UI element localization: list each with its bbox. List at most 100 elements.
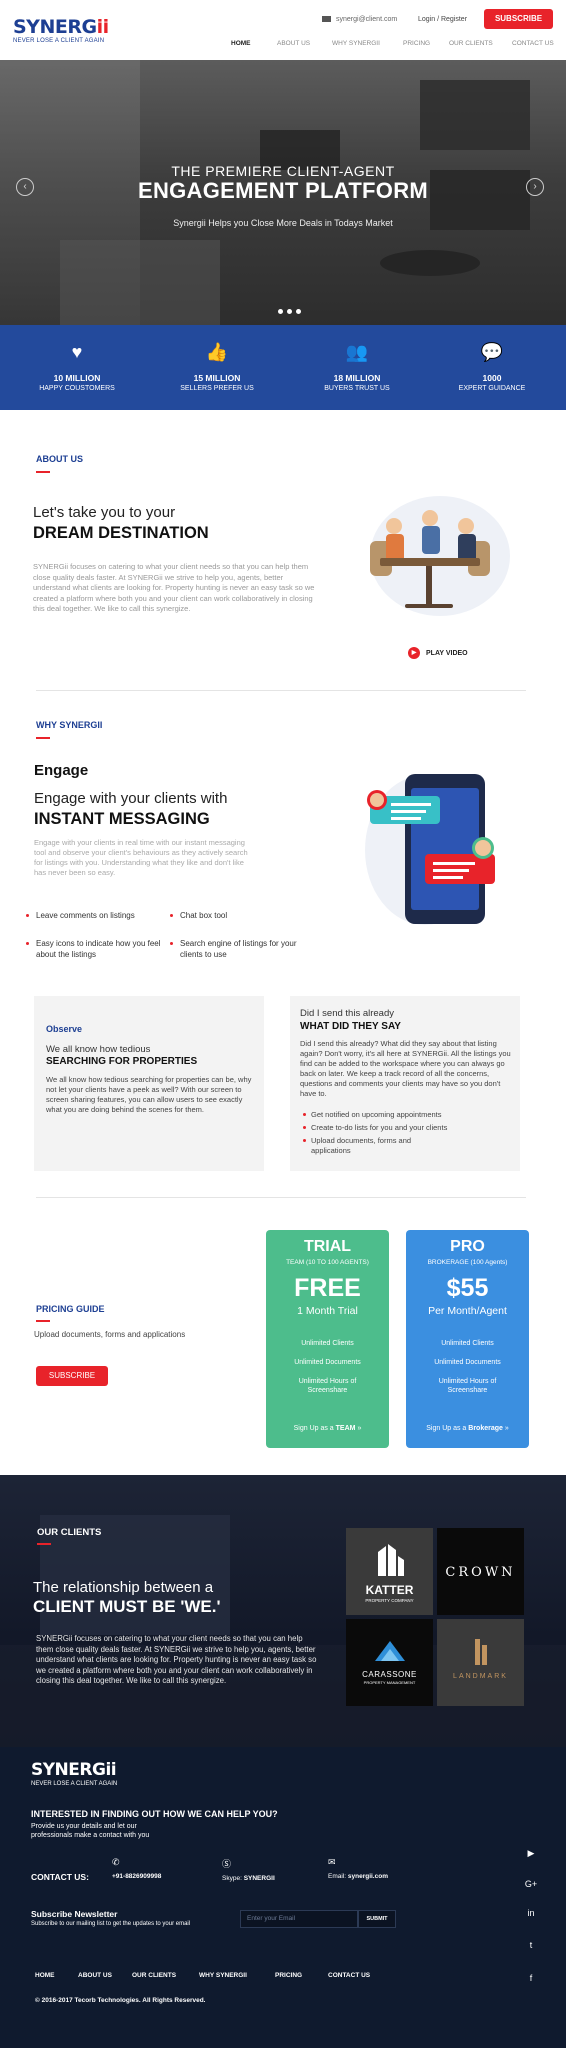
hero-dot[interactable] [278, 309, 283, 314]
why-paragraph: Engage with your clients in real time wi… [34, 838, 248, 877]
contact-skype[interactable]: Ⓢ Skype: SYNERGII [222, 1857, 275, 1882]
newsletter-submit-button[interactable]: SUBMIT [358, 1910, 396, 1928]
plan-period: 1 Month Trial [297, 1305, 358, 1317]
youtube-icon[interactable]: ▶ [524, 1848, 538, 1859]
footer-nav-why-synergii[interactable]: WHY SYNERGII [199, 1972, 247, 1979]
plan-feature: Unlimited Documents [294, 1359, 361, 1366]
client-logo-name: CARASSONE [362, 1670, 417, 1679]
clients-section: OUR CLIENTS The relationship between a C… [0, 1475, 566, 1747]
play-video-button[interactable]: ▶ PLAY VIDEO [408, 647, 468, 659]
client-logo-name: KATTER [365, 1583, 414, 1597]
site-footer: SYNERGii NEVER LOSE A CLIENT AGAIN INTER… [0, 1747, 566, 2048]
footer-tagline: NEVER LOSE A CLIENT AGAIN [31, 1781, 118, 1787]
footer-nav-about-us[interactable]: ABOUT US [78, 1972, 112, 1979]
clients-section-label: OUR CLIENTS [37, 1527, 102, 1538]
plan-feature: Unlimited Hours of Screenshare [438, 1378, 497, 1394]
client-logo-carassone[interactable]: CARASSONE PROPERTY MANAGEMENT [346, 1619, 433, 1706]
hero-subtitle: THE PREMIERE CLIENT-AGENT [171, 163, 395, 179]
hero-pagination [278, 301, 305, 319]
hero-dot[interactable] [296, 309, 301, 314]
footer-nav-pricing[interactable]: PRICING [275, 1972, 302, 1979]
plan-name: PRO [450, 1238, 485, 1255]
observe-paragraph: We all know how tedious searching for pr… [46, 1075, 252, 1114]
footer-nav-home[interactable]: HOME [35, 1972, 55, 1979]
stat-buyers: 👥 18 MILLION BUYERS TRUST US [297, 341, 417, 392]
observe-label: Observe [46, 1024, 83, 1034]
hero-next-arrow-icon[interactable]: › [526, 178, 544, 196]
building-icon [377, 1544, 404, 1576]
client-logo-katter[interactable]: KATTER PROPERTY COMPANY [346, 1528, 433, 1615]
section-accent-line [37, 1543, 51, 1545]
hero-bg-table [380, 250, 480, 276]
newsletter-email-input[interactable]: Enter your Email [240, 1910, 358, 1928]
hero-bg-stairs [60, 240, 220, 325]
nav-pricing[interactable]: PRICING [403, 40, 430, 47]
contact-phone[interactable]: ✆ +91-8826909998 [112, 1857, 161, 1880]
pricing-text: Upload documents, forms and applications [34, 1330, 186, 1339]
linkedin-icon[interactable]: in [524, 1908, 538, 1918]
contact-label: CONTACT US: [31, 1872, 89, 1882]
hero-slider: THE PREMIERE CLIENT-AGENT ENGAGEMENT PLA… [0, 60, 566, 325]
facebook-icon[interactable]: f [524, 1973, 538, 1983]
clients-paragraph: SYNERGii focuses on catering to what you… [36, 1634, 317, 1685]
feature-item: Chat box tool [170, 911, 310, 922]
client-logo-name: CROWN [445, 1565, 516, 1580]
hero-bg-art-1 [420, 80, 530, 150]
stat-label: EXPERT GUIDANCE [458, 385, 526, 392]
login-register-link[interactable]: Login / Register [418, 16, 467, 23]
footer-nav-our-clients[interactable]: OUR CLIENTS [132, 1972, 176, 1979]
contact-email[interactable]: ✉ Email: synergii.com [328, 1857, 388, 1880]
main-nav: HOME ABOUT US WHY SYNERGII PRICING OUR C… [0, 40, 566, 52]
thumbs-up-icon: 👍 [205, 342, 229, 362]
said-list-item: Upload documents, forms and applications [303, 1136, 441, 1155]
observe-card: Observe We all know how tedious SEARCHIN… [34, 996, 264, 1171]
stat-expert: 💬 1000 EXPERT GUIDANCE [432, 341, 552, 392]
plan-feature: Unlimited Clients [441, 1340, 494, 1347]
nav-contact-us[interactable]: CONTACT US [512, 40, 554, 47]
copyright: © 2016-2017 Tecorb Technologies. All Rig… [35, 1997, 206, 2004]
google-plus-icon[interactable]: G+ [524, 1879, 538, 1889]
plan-card-trial: TRIAL TEAM (10 TO 100 AGENTS) FREE 1 Mon… [266, 1230, 389, 1448]
hero-text: Synergii Helps you Close More Deals in T… [173, 218, 393, 228]
nav-about-us[interactable]: ABOUT US [277, 40, 310, 47]
skype-icon: Ⓢ [222, 1859, 232, 1869]
logo-text: SYNERGii [13, 16, 109, 38]
hero-prev-arrow-icon[interactable]: ‹ [16, 178, 34, 196]
section-accent-line [36, 1320, 50, 1322]
footer-heading: INTERESTED IN FINDING OUT HOW WE CAN HEL… [31, 1809, 278, 1819]
phone-chat-illustration [365, 774, 495, 925]
nav-home[interactable]: HOME [231, 40, 251, 47]
tower-logo-icon [474, 1639, 487, 1665]
header-email[interactable]: synergi@client.com [322, 16, 397, 23]
nav-our-clients[interactable]: OUR CLIENTS [449, 40, 493, 47]
twitter-icon[interactable]: t [524, 1940, 538, 1950]
client-logo-crown[interactable]: CROWN [437, 1528, 524, 1615]
nav-why-synergii[interactable]: WHY SYNERGII [332, 40, 380, 47]
about-heading-bold: DREAM DESTINATION [33, 524, 209, 542]
observe-heading-light: We all know how tedious [46, 1044, 151, 1055]
plan-signup-link[interactable]: Sign Up as a Brokerage » [406, 1425, 529, 1432]
about-section-label: ABOUT US [36, 454, 83, 464]
said-heading-bold: WHAT DID THEY SAY [300, 1021, 401, 1032]
client-logo-landmark[interactable]: LANDMARK [437, 1619, 524, 1706]
chevron-right-icon: » [504, 1425, 509, 1432]
footer-logo[interactable]: SYNERGii [31, 1762, 117, 1779]
said-list-item: Create to-do lists for you and your clie… [303, 1123, 511, 1133]
plan-name: TRIAL [303, 1238, 352, 1255]
plan-period: Per Month/Agent [428, 1305, 507, 1317]
stat-number: 18 MILLION [333, 373, 381, 383]
stat-sellers: 👍 15 MILLION SELLERS PREFER US [157, 341, 277, 392]
hero-dot[interactable] [287, 309, 292, 314]
why-heading-bold: INSTANT MESSAGING [34, 810, 210, 828]
footer-nav-contact-us[interactable]: CONTACT US [328, 1972, 370, 1979]
stat-number: 15 MILLION [193, 373, 241, 383]
why-section-label: WHY SYNERGII [36, 720, 103, 730]
subscribe-button[interactable]: SUBSCRIBE [484, 9, 553, 29]
said-heading-light: Did I send this already [300, 1008, 394, 1019]
client-logo-name: LANDMARK [453, 1673, 508, 1680]
pricing-subscribe-button[interactable]: SUBSCRIBE [36, 1366, 108, 1386]
stat-label: BUYERS TRUST US [324, 385, 390, 392]
plan-signup-link[interactable]: Sign Up as a TEAM » [266, 1425, 389, 1432]
email-icon: ✉ [328, 1857, 336, 1867]
client-logo-sub: PROPERTY MANAGEMENT [363, 1680, 416, 1685]
